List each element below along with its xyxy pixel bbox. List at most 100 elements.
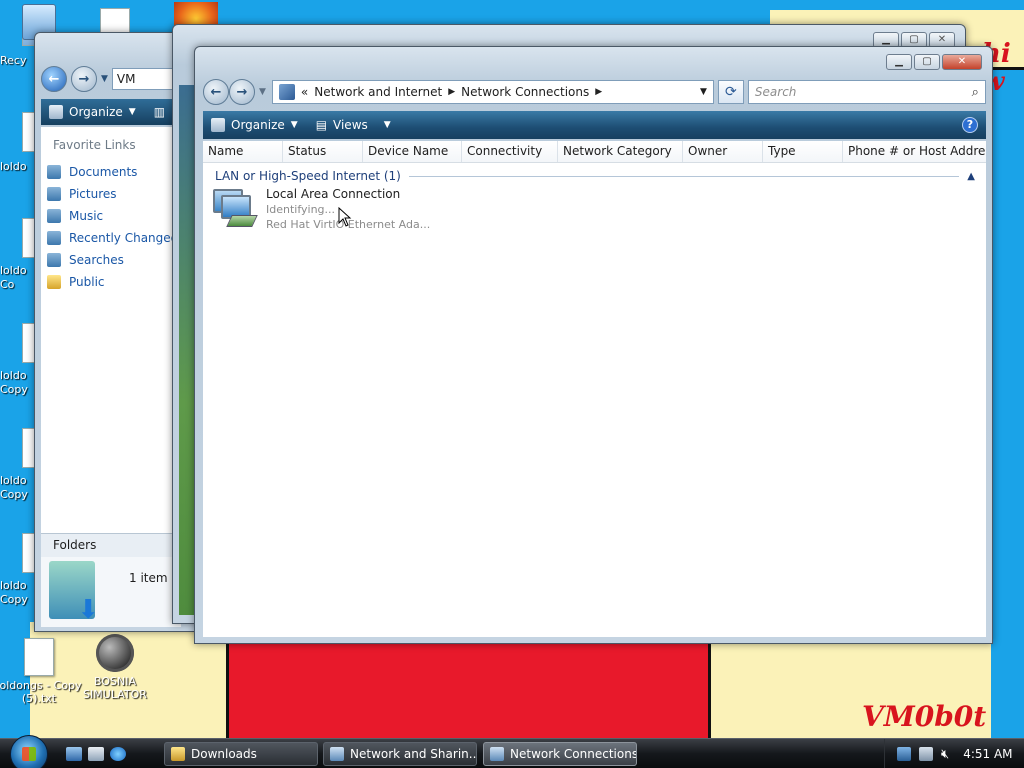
column-header-connectivity[interactable]: Connectivity xyxy=(462,141,558,162)
taskbar-button-network-and-sharing[interactable]: Network and Sharin... xyxy=(323,742,477,766)
connection-status: Identifying... xyxy=(266,203,336,216)
desktop-icon-bosnia-simulator[interactable]: BOSNIA SIMULATOR xyxy=(70,634,160,701)
watermark: VM0b0t xyxy=(862,700,987,733)
breadcrumb-network-and-internet[interactable]: Network and Internet xyxy=(314,85,442,99)
address-text: VM xyxy=(116,72,136,86)
favorite-link-label: Music xyxy=(69,209,104,223)
group-divider xyxy=(408,175,960,177)
column-header-owner[interactable]: Owner xyxy=(683,141,763,162)
file-list-pane: Name Status Device Name Connectivity Net… xyxy=(203,141,986,637)
internet-explorer-icon[interactable] xyxy=(110,747,126,761)
chevron-down-icon[interactable]: ▼ xyxy=(101,74,108,84)
favorite-link-label: Documents xyxy=(69,165,138,179)
desktop-icon-label: loldo Co xyxy=(0,264,27,291)
details-pane: 1 item xyxy=(41,557,181,627)
column-header-network-category[interactable]: Network Category xyxy=(558,141,683,162)
chevron-up-icon[interactable]: ▲ xyxy=(967,171,975,182)
column-header-type[interactable]: Type xyxy=(763,141,843,162)
column-header-status[interactable]: Status xyxy=(283,141,363,162)
help-icon[interactable]: ? xyxy=(962,117,978,133)
network-status-icon[interactable] xyxy=(919,747,933,761)
chevron-right-icon[interactable]: ▶ xyxy=(595,87,602,97)
favorite-link-documents[interactable]: Documents xyxy=(47,161,178,183)
search-icon[interactable]: ⌕ xyxy=(972,85,979,100)
command-bar: Organize ▼ ▤ Views ▼ ? xyxy=(203,111,986,139)
network-icon xyxy=(490,747,504,761)
mouse-pointer-icon xyxy=(338,207,352,227)
column-header-name[interactable]: Name xyxy=(203,141,283,162)
address-bar[interactable]: « Network and Internet ▶ Network Connect… xyxy=(271,80,714,104)
recently-changed-icon xyxy=(47,231,61,245)
organize-button[interactable]: Organize xyxy=(69,105,123,119)
taskbar-button-label: Downloads xyxy=(191,747,257,761)
maximize-icon[interactable]: ▢ xyxy=(914,54,940,70)
search-input[interactable]: Search ⌕ xyxy=(747,80,986,104)
taskbar-button-network-connections[interactable]: Network Connections xyxy=(483,742,637,766)
close-icon[interactable]: ✕ xyxy=(942,54,982,70)
breadcrumb-network-connections[interactable]: Network Connections xyxy=(461,85,589,99)
network-tray-icon[interactable] xyxy=(897,747,911,761)
back-forward-buttons: ← → xyxy=(203,79,255,105)
column-header-device-name[interactable]: Device Name xyxy=(363,141,462,162)
taskbar-button-label: Network Connections xyxy=(510,747,637,761)
caption-buttons: ▁ ▢ ✕ xyxy=(886,54,982,70)
chevron-down-icon[interactable]: ▼ xyxy=(259,87,266,97)
search-placeholder: Search xyxy=(754,85,797,99)
group-label: LAN or High-Speed Internet (1) xyxy=(215,169,401,183)
favorite-link-label: Public xyxy=(69,275,105,289)
favorite-link-music[interactable]: Music xyxy=(47,205,178,227)
organize-button[interactable]: Organize ▼ xyxy=(211,118,298,132)
clock[interactable]: 4:51 AM xyxy=(963,747,1012,761)
organize-label: Organize xyxy=(231,118,285,132)
volume-muted-icon[interactable]: 🔇︎ xyxy=(941,747,949,762)
views-icon[interactable]: ▥ xyxy=(154,105,165,119)
back-arrow-icon[interactable]: ← xyxy=(203,79,229,105)
favorite-link-searches[interactable]: Searches xyxy=(47,249,178,271)
switch-windows-icon[interactable] xyxy=(88,747,104,761)
folders-bar[interactable]: Folders xyxy=(41,533,181,557)
views-label: Views xyxy=(333,118,368,132)
organize-icon xyxy=(211,118,225,132)
address-dropdown-icon[interactable]: ▼ xyxy=(700,87,707,97)
network-connection-icon xyxy=(211,187,258,231)
chevron-right-icon[interactable]: ▶ xyxy=(448,87,455,97)
wallpaper-red-area xyxy=(226,640,711,742)
text-file-icon xyxy=(24,638,54,676)
forward-arrow-icon[interactable]: → xyxy=(229,79,255,105)
column-headers: Name Status Device Name Connectivity Net… xyxy=(203,141,986,163)
folder-icon xyxy=(171,747,185,761)
desktop-icon-label: loldo xyxy=(0,160,27,173)
network-connections-window[interactable]: ▁ ▢ ✕ ← → ▼ « Network and Internet ▶ Net… xyxy=(194,46,993,644)
forward-arrow-icon[interactable]: → xyxy=(71,66,97,92)
mine-icon xyxy=(96,634,134,672)
breadcrumb-overflow[interactable]: « xyxy=(301,85,308,99)
group-header[interactable]: LAN or High-Speed Internet (1) ▲ xyxy=(215,167,975,185)
chevron-down-icon: ▼ xyxy=(290,120,298,130)
favorite-link-pictures[interactable]: Pictures xyxy=(47,183,178,205)
minimize-icon[interactable]: ▁ xyxy=(886,54,912,70)
refresh-icon[interactable]: ⟳ xyxy=(717,80,744,104)
connection-name: Local Area Connection xyxy=(266,187,401,201)
start-orb-icon[interactable] xyxy=(10,735,48,768)
searches-icon xyxy=(47,253,61,267)
favorite-links-list: Documents Pictures Music Recently Change… xyxy=(47,161,178,293)
organize-icon xyxy=(49,105,63,119)
favorite-links-title: Favorite Links xyxy=(53,138,136,152)
favorite-link-public[interactable]: Public xyxy=(47,271,178,293)
chevron-down-icon: ▼ xyxy=(128,107,136,117)
folder-icon xyxy=(47,275,61,289)
taskbar-button-label: Network and Sharin... xyxy=(350,747,477,761)
desktop-icon-label: Recy xyxy=(0,54,27,67)
favorite-link-label: Recently Changed xyxy=(69,231,179,245)
back-arrow-icon[interactable]: ← xyxy=(41,66,67,92)
firefox-icon[interactable] xyxy=(174,2,218,26)
navigation-row: ← → ▼ « Network and Internet ▶ Network C… xyxy=(203,77,986,107)
views-icon: ▤ xyxy=(315,118,328,132)
favorite-link-label: Searches xyxy=(69,253,124,267)
column-header-phone-host[interactable]: Phone # or Host Addre... xyxy=(843,141,986,162)
taskbar-button-downloads[interactable]: Downloads xyxy=(164,742,318,766)
system-tray: 🔇︎ 4:51 AM xyxy=(884,739,1024,768)
favorite-link-recently-changed[interactable]: Recently Changed xyxy=(47,227,178,249)
views-button[interactable]: ▤ Views ▼ xyxy=(316,118,391,132)
show-desktop-icon[interactable] xyxy=(66,747,82,761)
